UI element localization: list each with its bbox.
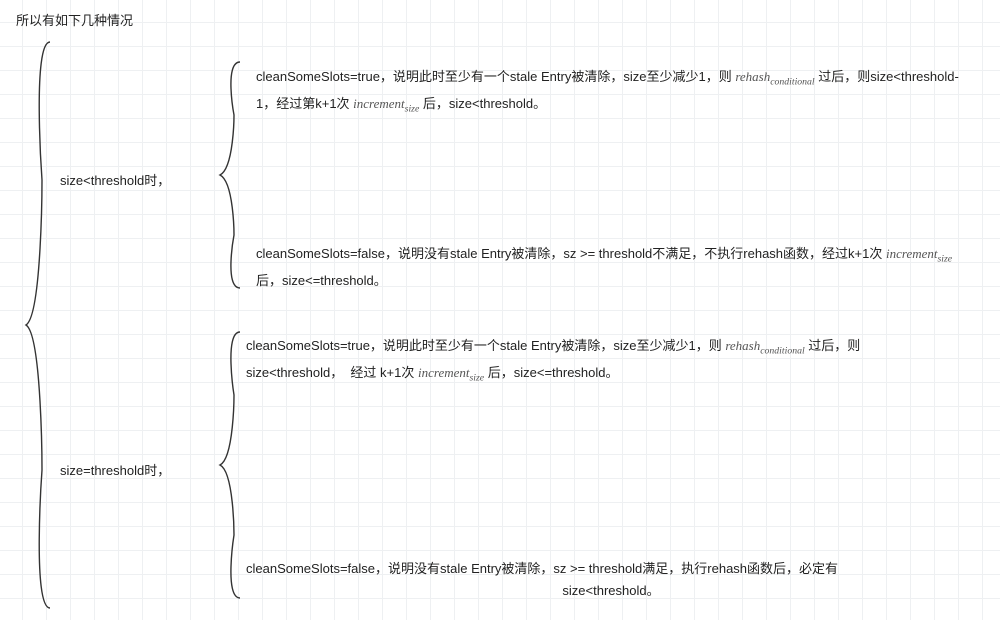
outer-brace xyxy=(22,40,52,610)
case1-label: size<threshold时， xyxy=(60,170,170,189)
case2-label: size=threshold时， xyxy=(60,460,170,479)
case1-brace xyxy=(216,60,242,290)
c1s2-suffix: 后，size<=threshold。 xyxy=(256,273,387,288)
case1-sub1-text: cleanSomeSlots=true，说明此时至少有一个stale Entry… xyxy=(256,65,976,119)
c2s1-prefix: cleanSomeSlots=true，说明此时至少有一个stale Entry… xyxy=(246,338,722,353)
increment-formula-2: incrementsize xyxy=(886,246,952,261)
case1-sub2-text: cleanSomeSlots=false，说明没有stale Entry被清除，… xyxy=(256,242,976,294)
c2s2-line2: size<threshold。 xyxy=(246,580,976,602)
c2s1-suffix: 后，size<=threshold。 xyxy=(488,365,619,380)
c1s1-suffix: 后，size<threshold。 xyxy=(423,96,546,111)
c2s2-line1: cleanSomeSlots=false，说明没有stale Entry被清除，… xyxy=(246,558,976,580)
increment-formula-1: incrementsize xyxy=(353,96,419,111)
title-text: 所以有如下几种情况 xyxy=(16,10,133,29)
c1s1-prefix: cleanSomeSlots=true，说明此时至少有一个stale Entry… xyxy=(256,69,735,84)
case2-sub1-text: cleanSomeSlots=true，说明此时至少有一个stale Entry… xyxy=(246,334,976,388)
increment-formula-3: incrementsize xyxy=(418,365,484,380)
case2-sub2-text: cleanSomeSlots=false，说明没有stale Entry被清除，… xyxy=(246,558,976,602)
rehash-formula-2: rehashconditional xyxy=(725,338,804,353)
case2-brace xyxy=(216,330,242,600)
rehash-formula-1: rehashconditional xyxy=(735,69,814,84)
c1s2-prefix: cleanSomeSlots=false，说明没有stale Entry被清除，… xyxy=(256,246,886,261)
